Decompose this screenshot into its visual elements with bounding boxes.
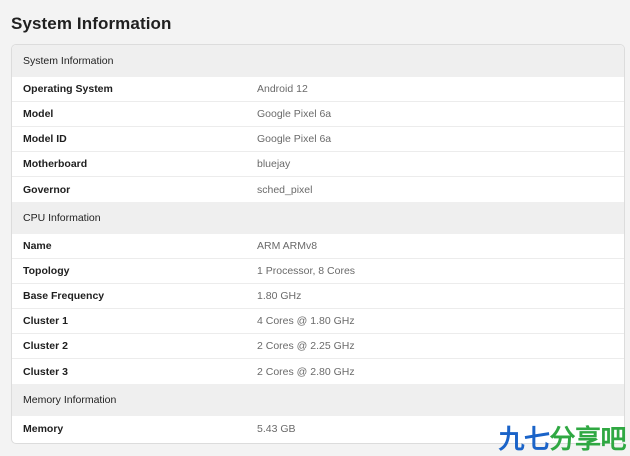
info-row-cluster-3: Cluster 3 2 Cores @ 2.80 GHz [12,359,624,384]
info-row-cluster-2: Cluster 2 2 Cores @ 2.25 GHz [12,334,624,359]
row-value: bluejay [257,158,291,170]
row-label: Operating System [23,83,113,95]
row-label: Cluster 2 [23,340,68,352]
page-title: System Information [11,14,172,33]
row-label: Model ID [23,133,67,145]
info-row-cluster-1: Cluster 1 4 Cores @ 1.80 GHz [12,309,624,334]
row-label: Cluster 3 [23,365,68,378]
row-label: Governor [23,183,71,196]
row-label: Topology [23,265,70,277]
section-header: System Information [12,45,624,77]
section-header: Memory Information [12,384,624,416]
section-cpu-information: CPU Information Name ARM ARMv8 Topology … [12,202,624,384]
info-row-topology: Topology 1 Processor, 8 Cores [12,259,624,284]
info-row-governor: Governor sched_pixel [12,177,624,202]
row-value: 4 Cores @ 1.80 GHz [257,315,355,327]
row-value: 2 Cores @ 2.80 GHz [257,365,355,378]
row-label: Model [23,108,54,120]
row-value: 5.43 GB [257,422,296,435]
row-value: 1.80 GHz [257,290,302,302]
row-value: 2 Cores @ 2.25 GHz [257,340,355,352]
row-value: ARM ARMv8 [257,240,318,252]
row-value: sched_pixel [257,183,313,196]
row-value: 1 Processor, 8 Cores [257,265,356,277]
row-label: Name [23,240,52,252]
row-value: Google Pixel 6a [257,133,332,145]
row-label: Memory [23,422,64,435]
row-label: Cluster 1 [23,315,68,327]
info-row-operating-system: Operating System Android 12 [12,77,624,102]
section-system-information: System Information Operating System Andr… [12,45,624,202]
watermark-logo: 九七分享吧 [498,427,626,453]
info-row-model: Model Google Pixel 6a [12,102,624,127]
info-row-model-id: Model ID Google Pixel 6a [12,127,624,152]
row-value: Android 12 [257,83,308,95]
watermark-text-green: 分享吧 [549,425,626,455]
section-header: CPU Information [12,202,624,234]
info-row-name: Name ARM ARMv8 [12,234,624,259]
info-row-base-frequency: Base Frequency 1.80 GHz [12,284,624,309]
row-value: Google Pixel 6a [257,108,332,120]
watermark-text-blue: 九七 [498,425,550,455]
info-row-motherboard: Motherboard bluejay [12,152,624,177]
system-info-card: System Information Operating System Andr… [11,44,625,444]
row-label: Motherboard [23,158,88,170]
row-label: Base Frequency [23,290,105,302]
